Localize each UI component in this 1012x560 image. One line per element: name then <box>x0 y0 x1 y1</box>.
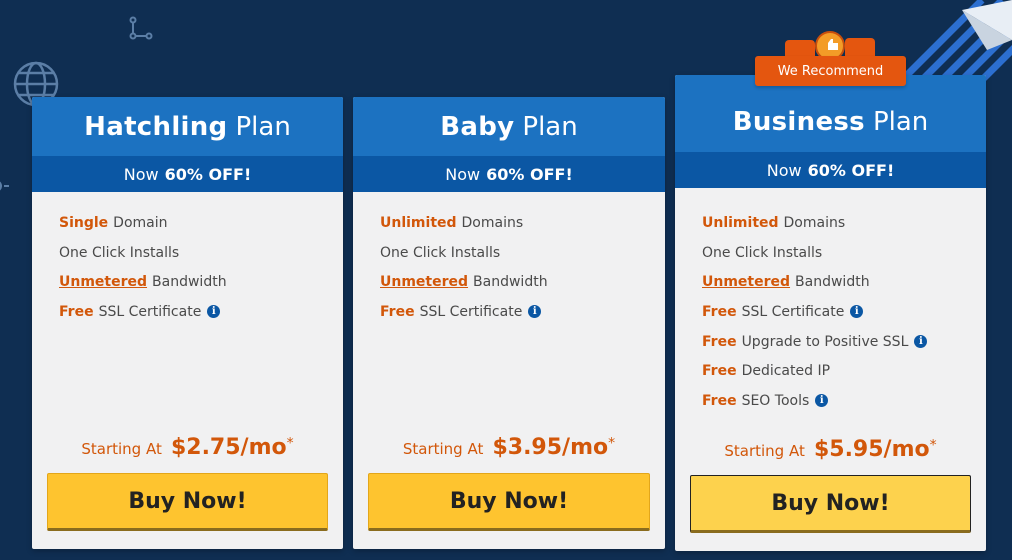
buy-now-button[interactable]: Buy Now! <box>690 475 971 533</box>
info-circle-icon[interactable]: i <box>815 394 829 408</box>
info-circle-icon[interactable]: i <box>528 305 542 319</box>
feature-item: Unlimited Domains <box>702 208 986 238</box>
we-recommend-label: We Recommend <box>777 63 884 79</box>
feature-list: Single Domain One Click Installs Unmeter… <box>32 192 343 327</box>
feature-text: Bandwidth <box>152 274 227 291</box>
feature-text: Domains <box>783 214 846 231</box>
feature-list: Unlimited Domains One Click Installs Unm… <box>675 188 986 416</box>
we-recommend-badge: We Recommend <box>755 56 906 86</box>
info-circle-icon[interactable]: i <box>914 335 928 349</box>
feature-highlight: Free <box>702 333 737 350</box>
feature-highlight: Free <box>702 392 737 409</box>
feature-text: Domain <box>113 214 168 231</box>
feature-text: One Click Installs <box>380 244 501 261</box>
buy-now-button[interactable]: Buy Now! <box>368 473 650 531</box>
feature-text: Domains <box>461 214 524 231</box>
price-value: $2.75/mo <box>170 435 287 460</box>
feature-text: Bandwidth <box>795 274 870 291</box>
plan-header: Business Plan <box>675 75 986 152</box>
feature-highlight: Unlimited <box>702 214 779 231</box>
feature-text: Dedicated IP <box>741 363 831 380</box>
feature-item: Free SSL Certificate i <box>380 297 665 327</box>
discount-banner: Now 60% OFF! <box>675 152 986 188</box>
price-asterisk: * <box>286 435 294 452</box>
feature-item: Unmetered Bandwidth <box>702 267 986 297</box>
feature-item: Free SSL Certificate i <box>702 297 986 327</box>
plan-suffix: Plan <box>235 111 291 142</box>
feature-text: Upgrade to Positive SSL <box>741 333 909 350</box>
plan-name: Hatchling <box>84 111 228 142</box>
feature-item: One Click Installs <box>380 238 665 268</box>
feature-text: One Click Installs <box>59 244 180 261</box>
feature-highlight[interactable]: Unmetered <box>702 274 790 290</box>
feature-highlight: Free <box>702 363 737 380</box>
feature-text: SSL Certificate <box>741 303 845 320</box>
price-asterisk: * <box>929 437 937 454</box>
info-circle-icon[interactable]: i <box>207 305 221 319</box>
feature-highlight: Free <box>702 303 737 320</box>
feature-item: Free Dedicated IP <box>702 356 986 386</box>
feature-item: Single Domain <box>59 208 343 238</box>
price-label: Starting At <box>724 442 805 460</box>
buy-now-button[interactable]: Buy Now! <box>47 473 328 531</box>
feature-item: One Click Installs <box>59 238 343 268</box>
feature-item: One Click Installs <box>702 238 986 268</box>
discount-banner: Now 60% OFF! <box>32 156 343 192</box>
plan-card-business: Business Plan Now 60% OFF! Unlimited Dom… <box>675 75 986 551</box>
price-value: $3.95/mo <box>492 435 609 460</box>
plan-header: Hatchling Plan <box>32 97 343 156</box>
feature-text: One Click Installs <box>702 244 823 261</box>
feature-text: SSL Certificate <box>419 303 523 320</box>
discount-value: 60% OFF! <box>807 160 895 180</box>
sun-icon <box>0 181 9 191</box>
feature-highlight[interactable]: Unmetered <box>380 274 468 290</box>
plan-card-baby: Baby Plan Now 60% OFF! Unlimited Domains… <box>353 97 665 549</box>
feature-highlight: Single <box>59 214 109 231</box>
feature-highlight[interactable]: Unmetered <box>59 274 147 290</box>
discount-banner: Now 60% OFF! <box>353 156 665 192</box>
price-asterisk: * <box>608 435 616 452</box>
plan-header: Baby Plan <box>353 97 665 156</box>
feature-list: Unlimited Domains One Click Installs Unm… <box>353 192 665 327</box>
feature-item: Free SSL Certificate i <box>59 297 343 327</box>
price-label: Starting At <box>402 440 484 458</box>
feature-highlight: Free <box>380 303 415 320</box>
feature-item: Free Upgrade to Positive SSL i <box>702 327 986 357</box>
feature-item: Unmetered Bandwidth <box>380 267 665 297</box>
feature-item: Unlimited Domains <box>380 208 665 238</box>
feature-text: SEO Tools <box>741 392 810 409</box>
info-circle-icon[interactable]: i <box>850 305 864 319</box>
feature-highlight: Free <box>59 303 94 320</box>
price-row: Starting At $3.95/mo* <box>353 435 665 460</box>
price-label: Starting At <box>81 440 162 458</box>
feature-highlight: Unlimited <box>380 214 457 231</box>
discount-value: 60% OFF! <box>486 164 573 184</box>
plan-suffix: Plan <box>522 111 578 142</box>
discount-prefix: Now <box>766 160 802 180</box>
plan-name: Business <box>732 106 865 137</box>
feature-item: Free SEO Tools i <box>702 386 986 416</box>
discount-value: 60% OFF! <box>164 164 252 184</box>
plan-name: Baby <box>440 111 515 142</box>
discount-prefix: Now <box>123 164 159 184</box>
price-value: $5.95/mo <box>813 437 930 462</box>
discount-prefix: Now <box>445 164 481 184</box>
plan-card-hatchling: Hatchling Plan Now 60% OFF! Single Domai… <box>32 97 343 549</box>
price-row: Starting At $5.95/mo* <box>675 437 986 462</box>
feature-text: Bandwidth <box>473 274 548 291</box>
feature-item: Unmetered Bandwidth <box>59 267 343 297</box>
price-row: Starting At $2.75/mo* <box>32 435 343 460</box>
feature-text: SSL Certificate <box>98 303 202 320</box>
network-node-icon <box>129 16 153 40</box>
plan-suffix: Plan <box>872 106 929 137</box>
paper-plane-icon <box>962 0 1012 50</box>
